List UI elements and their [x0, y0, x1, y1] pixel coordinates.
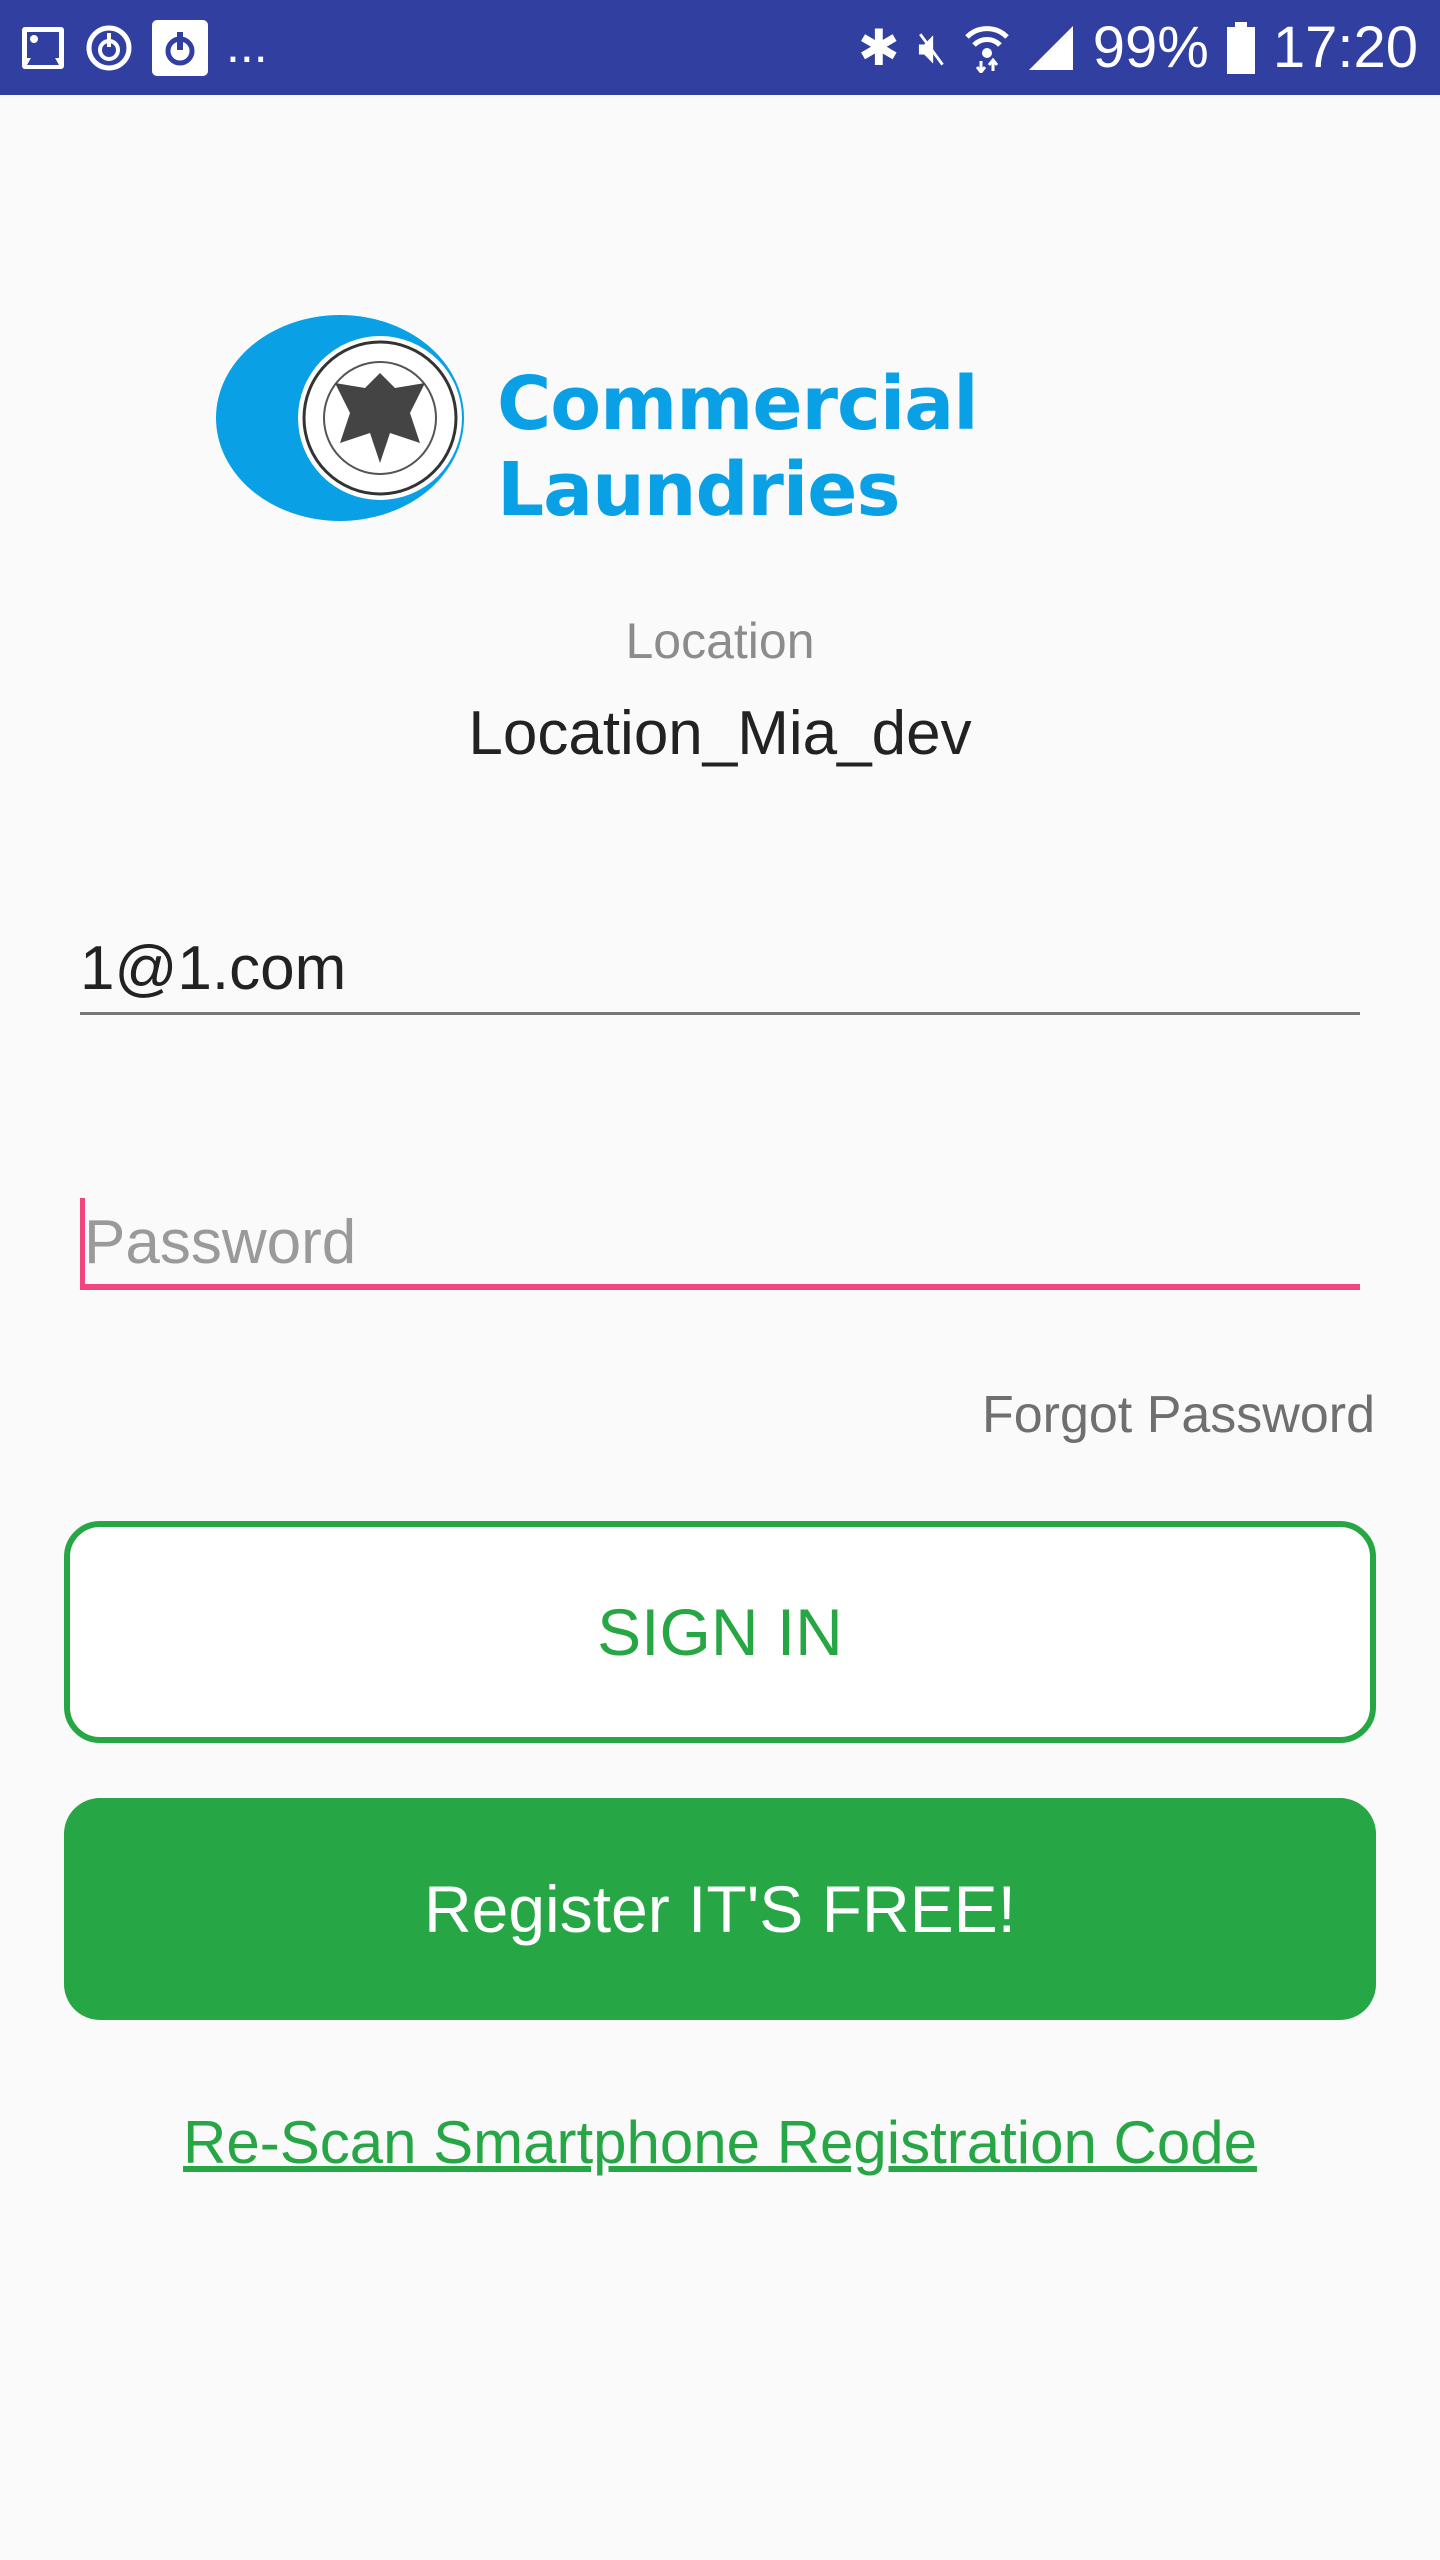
email-field[interactable]: [80, 925, 1360, 1015]
battery-icon: [1226, 21, 1255, 74]
battery-percent: 99%: [1092, 15, 1209, 80]
text-cursor: [80, 1198, 85, 1284]
bluetooth-icon: ✱: [857, 19, 900, 76]
clock: 17:20: [1272, 15, 1418, 80]
forgot-password-link[interactable]: Forgot Password: [982, 1385, 1375, 1445]
coin-c-logo-icon: [216, 313, 478, 523]
power-icon: [152, 19, 208, 76]
more-notifications: ...: [226, 16, 268, 73]
logo-text: Commercial Laundries: [497, 361, 979, 533]
wifi-icon: [964, 25, 1009, 73]
mute-icon: 🔇︎: [917, 20, 947, 73]
sync-icon: [86, 25, 132, 70]
location-label: Location: [625, 613, 815, 669]
signal-icon: [1028, 25, 1073, 70]
register-button[interactable]: Register IT'S FREE!: [64, 1798, 1376, 2020]
rescan-registration-code-link[interactable]: Re-Scan Smartphone Registration Code: [0, 2108, 1440, 2177]
sign-in-button[interactable]: SIGN IN: [64, 1521, 1376, 1743]
commercial-laundries-logo: Commercial Laundries: [215, 313, 1235, 533]
password-field[interactable]: [80, 1200, 1360, 1290]
status-bar: ... ✱ 🔇︎ 99% 17:20: [0, 0, 1440, 95]
location-value: Location_Mia_dev: [468, 699, 972, 768]
image-icon: [22, 26, 64, 69]
